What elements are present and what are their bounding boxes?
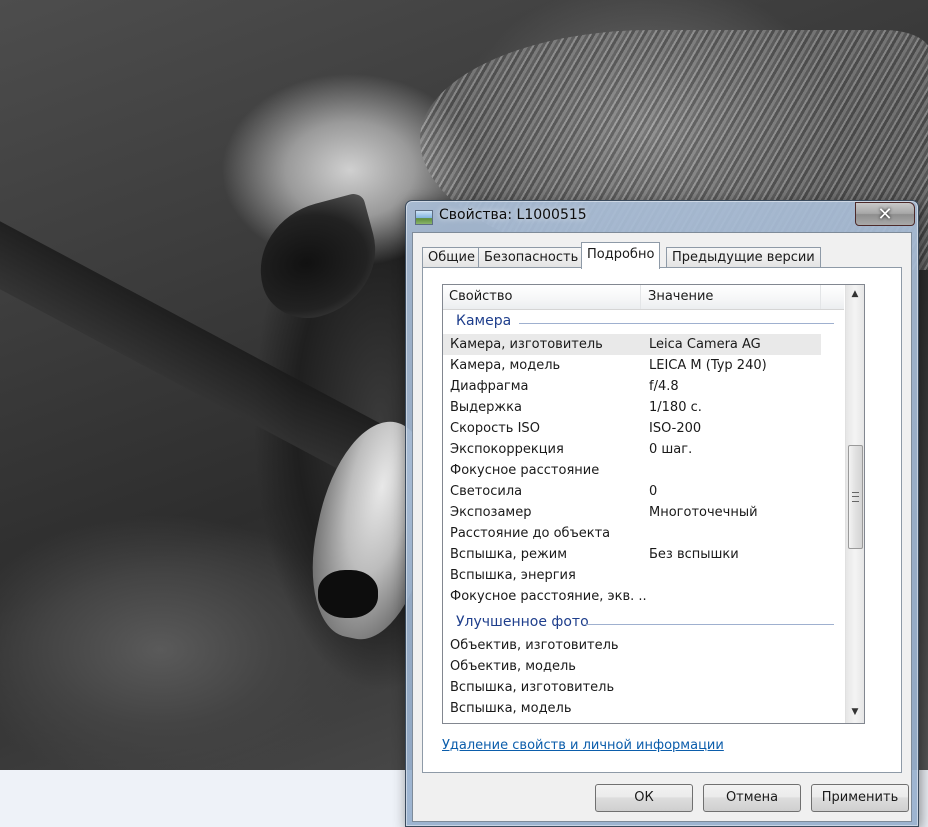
list-item[interactable]: Светосила 0 [443,481,844,502]
property-value: 0 [649,484,658,499]
property-name: Выдержка [450,400,522,415]
property-value: 1/180 с. [649,400,702,415]
property-value: Многоточечный [649,505,758,520]
list-item[interactable]: Объектив, модель [443,656,844,677]
list-item[interactable]: Камера, изготовитель Leica Camera AG [443,334,821,355]
apply-button[interactable]: Применить [811,784,909,812]
list-item[interactable]: Фокусное расстояние, экв. ... [443,586,844,607]
list-item[interactable]: Расстояние до объекта [443,523,844,544]
tab-general[interactable]: Общие [422,247,481,268]
details-panel: Свойство Значение Камера Камера, изготов… [422,267,902,773]
title-bar[interactable]: Свойства: L1000515 ✕ [406,201,918,231]
list-item[interactable]: Вспышка, модель [443,698,844,719]
group-divider [585,624,834,625]
property-name: Вспышка, энергия [450,568,576,583]
close-icon: ✕ [877,203,893,225]
group-header-advanced-photo[interactable]: Улучшенное фото [443,612,844,634]
column-header-property[interactable]: Свойство [443,285,641,309]
list-body: Камера Камера, изготовитель Leica Camera… [443,310,844,722]
property-name: Камера, модель [450,358,561,373]
property-name: Камера, изготовитель [450,337,603,352]
group-header-camera[interactable]: Камера [443,311,844,333]
list-header: Свойство Значение [443,285,844,310]
dialog-client: Общие Безопасность Подробно Предыдущие в… [412,232,912,822]
group-label: Улучшенное фото [456,614,589,630]
list-item[interactable]: Объектив, изготовитель [443,635,844,656]
tab-previous-versions[interactable]: Предыдущие версии [666,247,821,268]
list-item[interactable]: Вспышка, режим Без вспышки [443,544,844,565]
list-item[interactable]: Скорость ISO ISO-200 [443,418,844,439]
list-item[interactable]: Экспозамер Многоточечный [443,502,844,523]
property-name: Скорость ISO [450,421,540,436]
image-file-icon [415,210,433,225]
list-item[interactable]: Камера, модель LEICA M (Typ 240) [443,355,844,376]
list-item[interactable]: Выдержка 1/180 с. [443,397,844,418]
grip-icon [852,492,859,502]
window-title: Свойства: L1000515 [439,207,587,223]
photo-dog-nose [318,570,378,618]
list-item[interactable]: Экспокоррекция 0 шаг. [443,439,844,460]
list-item[interactable]: Фокусное расстояние [443,460,844,481]
property-name: Фокусное расстояние [450,463,600,478]
property-name: Расстояние до объекта [450,526,611,541]
vertical-scrollbar[interactable]: ▲ ▼ [845,285,864,723]
property-value: f/4.8 [649,379,679,394]
property-value: Leica Camera AG [649,337,761,352]
remove-properties-link[interactable]: Удаление свойств и личной информации [442,738,724,753]
scroll-up-icon[interactable]: ▲ [846,285,864,303]
property-name: Вспышка, режим [450,547,568,562]
property-value: 0 шаг. [649,442,693,457]
property-value: LEICA M (Typ 240) [649,358,767,373]
ok-button[interactable]: ОК [595,784,693,812]
property-name: Экспозамер [450,505,532,520]
list-item[interactable]: Вспышка, энергия [443,565,844,586]
properties-list: Свойство Значение Камера Камера, изготов… [442,284,865,724]
property-name: Вспышка, модель [450,701,572,716]
property-name: Объектив, изготовитель [450,638,619,653]
scroll-down-icon[interactable]: ▼ [846,703,864,721]
property-name: Светосила [450,484,523,499]
property-value: ISO-200 [649,421,702,436]
property-name: Экспокоррекция [450,442,564,457]
property-name: Вспышка, изготовитель [450,680,615,695]
group-divider [519,323,834,324]
property-name: Фокусное расстояние, экв. ... [450,589,646,604]
close-button[interactable]: ✕ [855,202,915,226]
properties-dialog: Свойства: L1000515 ✕ Общие Безопасность … [405,200,919,827]
column-header-value[interactable]: Значение [642,285,821,309]
list-item[interactable]: Вспышка, изготовитель [443,677,844,698]
cancel-button[interactable]: Отмена [703,784,801,812]
list-item[interactable]: Диафрагма f/4.8 [443,376,844,397]
tab-details[interactable]: Подробно [581,242,661,269]
property-name: Диафрагма [450,379,529,394]
photo-dog-ear [245,191,391,329]
scroll-thumb[interactable] [848,445,863,549]
property-value: Без вспышки [649,547,739,562]
group-label: Камера [456,313,512,329]
property-name: Объектив, модель [450,659,576,674]
tab-security[interactable]: Безопасность [478,247,585,268]
